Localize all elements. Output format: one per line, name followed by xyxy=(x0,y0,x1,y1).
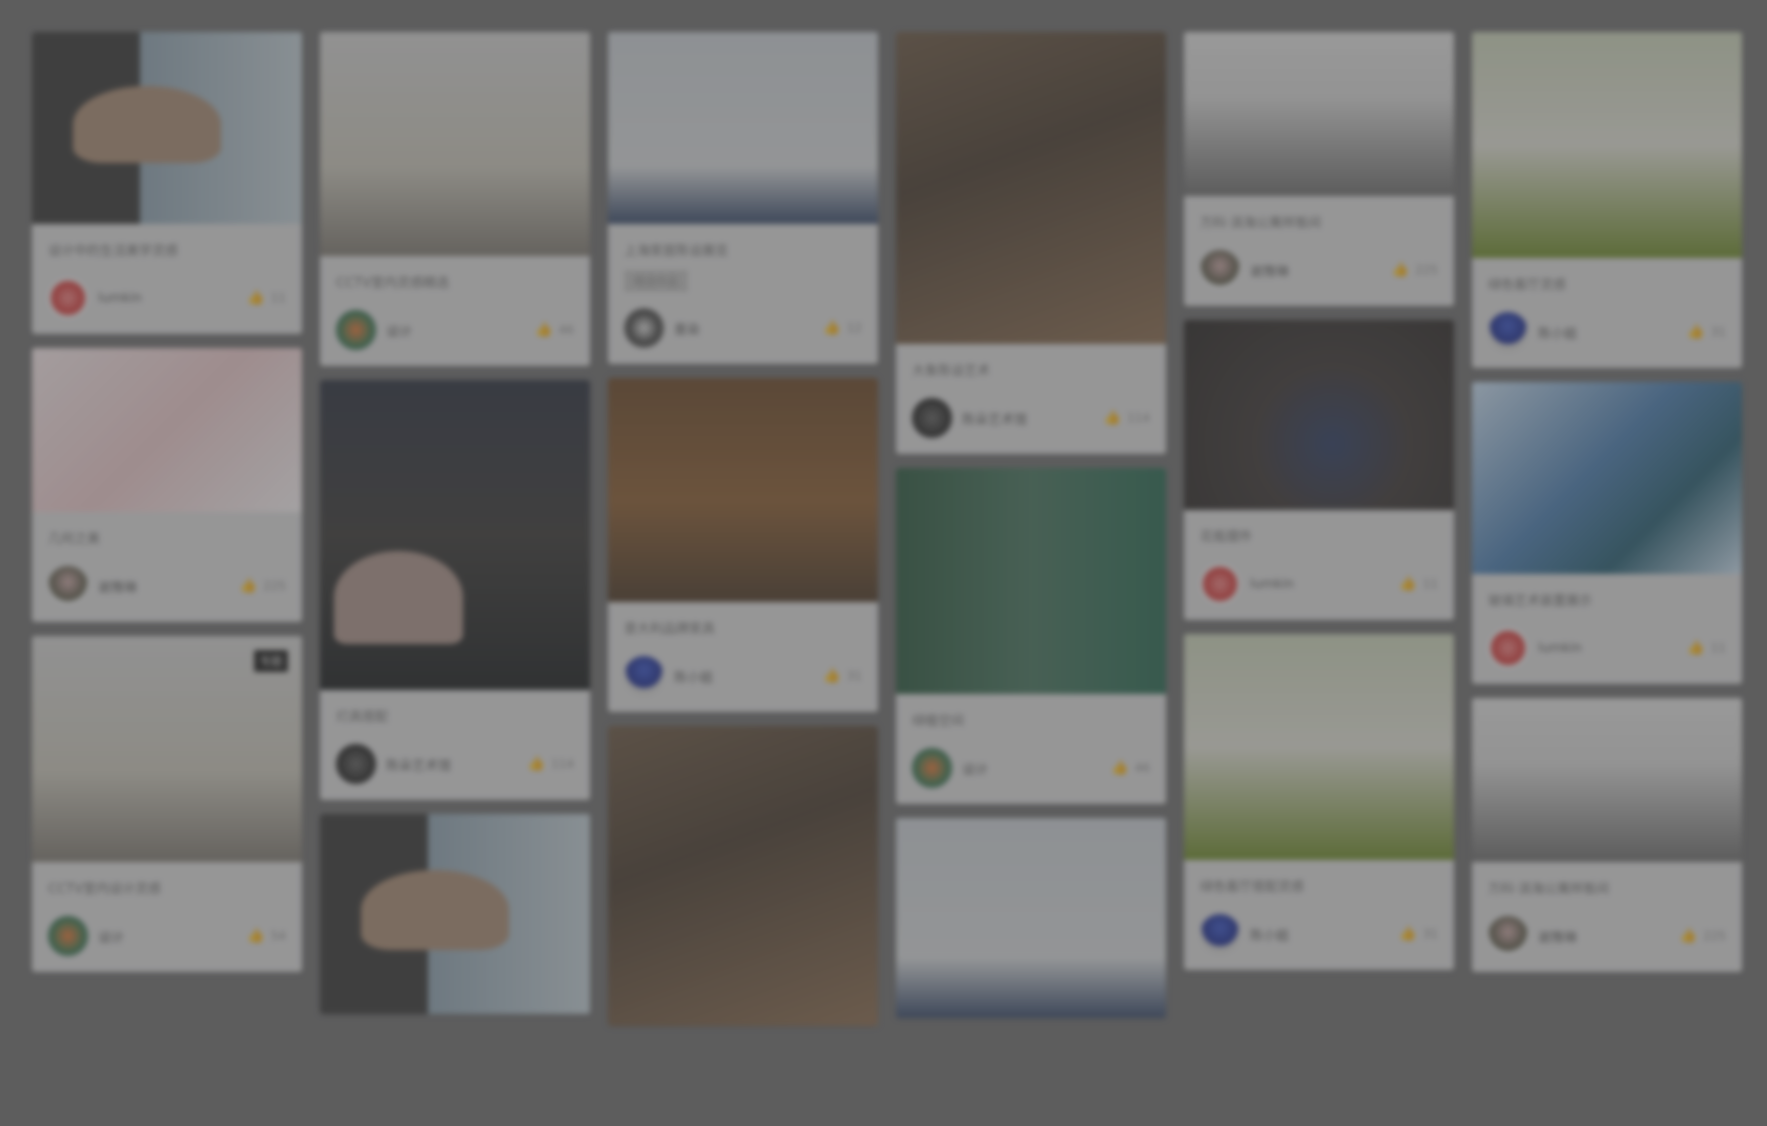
modal-overlay[interactable] xyxy=(0,0,1767,1126)
